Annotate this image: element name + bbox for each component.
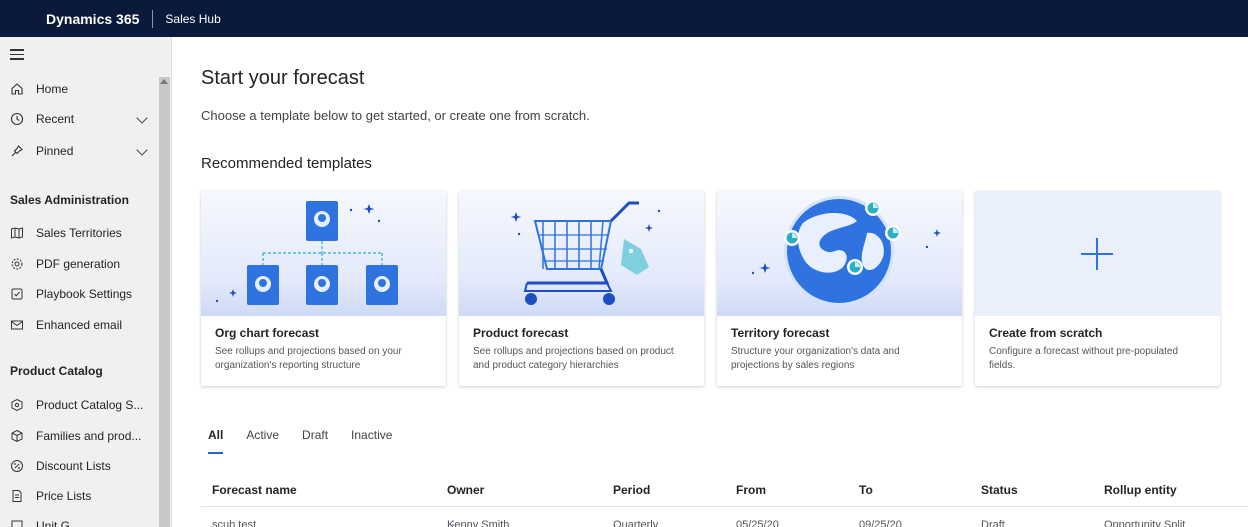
card-title: Create from scratch [989,326,1103,340]
sidebar-item-unit-groups[interactable]: Unit G... [0,513,158,527]
column-header-forecast-name[interactable]: Forecast name [212,483,297,497]
sidebar-item-families-and-products[interactable]: Families and prod... [0,423,158,449]
catalog-settings-icon [9,397,25,413]
hamburger-menu-icon[interactable] [10,49,24,61]
sidebar-item-label: Playbook Settings [36,287,133,301]
section-heading-sales-administration: Sales Administration [10,193,129,207]
pin-icon [9,143,25,159]
sidebar: Home Recent Pinned Sales Administration … [0,37,172,527]
sidebar-scrollbar[interactable] [159,77,170,527]
scroll-up-arrow-icon[interactable] [160,79,168,84]
templates-heading: Recommended templates [201,155,372,172]
template-card-product[interactable]: Product forecast See rollups and project… [459,191,704,386]
page-title: Start your forecast [201,67,365,89]
card-title: Product forecast [473,326,569,340]
sidebar-item-label: Unit G... [36,519,81,527]
card-description: See rollups and projections based on you… [215,346,402,371]
column-header-rollup-entity[interactable]: Rollup entity [1104,483,1177,497]
map-icon [9,225,25,241]
sidebar-item-product-catalog-settings[interactable]: Product Catalog S... [0,392,158,418]
sidebar-item-label: Recent [36,112,75,126]
sidebar-item-price-lists[interactable]: Price Lists [0,483,158,509]
top-bar: Dynamics 365 Sales Hub [0,0,1248,37]
main-content: Start your forecast Choose a template be… [173,37,1248,527]
sidebar-item-pdf-generation[interactable]: PDF generation [0,251,158,277]
unit-icon [9,518,25,527]
sidebar-item-label: Home [36,82,69,96]
create-illustration [975,191,1220,316]
sidebar-item-label: Price Lists [36,489,92,503]
sidebar-item-label: Discount Lists [36,459,111,473]
card-title: Org chart forecast [215,326,320,340]
chevron-down-icon[interactable] [136,112,148,124]
brand-name[interactable]: Dynamics 365 [46,11,139,27]
forecast-table-header: Forecast name Owner Period From To Statu… [201,483,1248,507]
sidebar-item-label: PDF generation [36,257,121,271]
org-chart-illustration [201,191,446,316]
checklist-icon [9,286,25,302]
cell-period: Quarterly [613,519,659,527]
app-name[interactable]: Sales Hub [165,12,220,26]
cell-forecast-name[interactable]: scub test [212,519,256,527]
sidebar-item-label: Sales Territories [36,226,122,240]
section-heading-product-catalog: Product Catalog [10,364,103,378]
sidebar-item-discount-lists[interactable]: Discount Lists [0,453,158,479]
table-row[interactable]: scub test ⋮ Kenny Smith Quarterly 05/25/… [201,515,1248,527]
home-icon [9,81,25,97]
percent-icon [9,458,25,474]
sidebar-item-label: Enhanced email [36,318,123,332]
template-card-org-chart[interactable]: Org chart forecast See rollups and proje… [201,191,446,386]
sidebar-item-label: Pinned [36,144,74,158]
template-card-create-from-scratch[interactable]: Create from scratch Configure a forecast… [975,191,1220,386]
column-header-owner[interactable]: Owner [447,483,484,497]
header-divider [152,9,154,28]
forecast-filter-tabs: All Active Draft Inactive [208,428,415,454]
sidebar-item-playbook-settings[interactable]: Playbook Settings [0,281,158,307]
card-description: Configure a forecast without pre-populat… [989,346,1179,371]
column-header-from[interactable]: From [736,483,766,497]
sidebar-item-pinned[interactable]: Pinned [0,138,158,164]
tab-draft[interactable]: Draft [302,428,328,448]
card-description: See rollups and projections based on pro… [473,346,674,371]
tab-active[interactable]: Active [246,428,279,448]
tab-all[interactable]: All [208,428,224,454]
globe-illustration [717,191,962,316]
column-header-status[interactable]: Status [981,483,1018,497]
shopping-cart-illustration [459,191,704,316]
cell-status: Draft [981,519,1005,527]
cell-rollup-entity: Opportunity Split [1104,519,1186,527]
box-icon [9,428,25,444]
card-description: Structure your organization's data and p… [731,346,900,371]
sidebar-item-label: Families and prod... [36,429,142,443]
mail-icon [9,317,25,333]
tab-inactive[interactable]: Inactive [351,428,392,448]
page-subtitle: Choose a template below to get started, … [201,108,590,123]
sidebar-item-enhanced-email[interactable]: Enhanced email [0,312,158,338]
cell-to: 09/25/20 [859,519,902,527]
chevron-down-icon[interactable] [136,144,148,156]
price-list-icon [9,488,25,504]
clock-icon [9,111,25,127]
column-header-period[interactable]: Period [613,483,650,497]
sidebar-item-label: Product Catalog S... [36,398,144,412]
sidebar-item-recent[interactable]: Recent [0,106,158,132]
gear-icon [9,256,25,272]
sidebar-item-sales-territories[interactable]: Sales Territories [0,220,158,246]
sidebar-item-home[interactable]: Home [0,76,158,102]
column-header-to[interactable]: To [859,483,873,497]
template-card-territory[interactable]: Territory forecast Structure your organi… [717,191,962,386]
cell-from: 05/25/20 [736,519,779,527]
cell-owner: Kenny Smith [447,519,510,527]
card-title: Territory forecast [731,326,830,340]
